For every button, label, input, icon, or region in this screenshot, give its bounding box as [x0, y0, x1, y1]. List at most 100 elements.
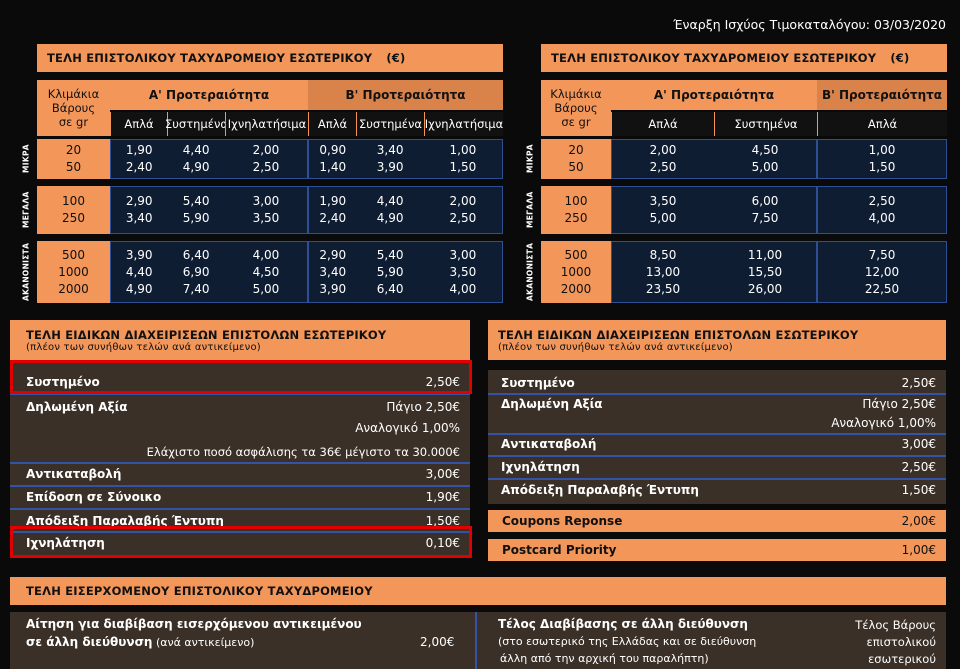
value-text: 3,50: [252, 211, 280, 225]
value-text: 4,90: [182, 160, 210, 174]
section-subtitle: (πλέον των συνήθων τελών ανά αντικείμενο…: [26, 341, 261, 353]
value-text: 250: [564, 211, 588, 225]
subheader: Συστημένα: [165, 112, 228, 136]
value-text: 3,90: [125, 247, 153, 262]
divider: [488, 478, 946, 480]
value-text: 3,40: [376, 143, 404, 157]
personal-delivery-row: Επίδοση σε Σύνοικο 1,90€: [10, 488, 470, 506]
value-text: 7,50: [751, 211, 779, 225]
weight-cell: 20 50: [541, 139, 611, 179]
value-text: σε gr: [561, 115, 591, 129]
weight-cell: 100 250: [541, 186, 611, 234]
group-label-small: ΜΙΚΡΑ: [525, 144, 535, 174]
highlight-box-registered: [10, 360, 472, 394]
value-text: 13,00: [645, 264, 681, 279]
incoming-left-price: 2,00€: [420, 635, 455, 649]
value-text: 2,90: [125, 194, 153, 208]
priority-a-header: Α' Προτεραιότητα: [110, 80, 308, 110]
value-text: 3,40: [319, 264, 347, 279]
priority-a-values: 1,90 2,40 4,40 4,90 2,00 2,50: [110, 139, 308, 179]
value-text: Απόδειξη Παραλαβής Έντυπη: [501, 483, 699, 497]
subheader: Απλά: [611, 112, 714, 136]
value-text: 11,00: [747, 247, 783, 262]
group-label-large: ΜΕΓΑΛΑ: [21, 191, 31, 229]
value-text: 2,00€: [901, 514, 936, 528]
value-text: 2000: [58, 281, 89, 296]
value-text: 4,50: [252, 264, 280, 279]
right-special-header: ΤΕΛΗ ΕΙΔΙΚΩΝ ΔΙΑΧΕΙΡΙΣΕΩΝ ΕΠΙΣΤΟΛΩΝ ΕΣΩΤ…: [488, 320, 946, 360]
value-text: σε άλλη διεύθυνση: [26, 635, 153, 649]
value-text: 20: [65, 143, 82, 157]
value-text: 7,40: [182, 281, 210, 296]
subheader: Απλά: [817, 112, 947, 136]
priority-a-values: 2,00 2,50 4,50 5,00: [611, 139, 817, 179]
value-text: Αντικαταβολή: [501, 437, 597, 451]
value-text: 2,50: [649, 160, 677, 174]
cod-row: Αντικαταβολή 3,00€: [488, 435, 946, 453]
value-text: Postcard Priority: [502, 543, 617, 557]
value-text: 5,00: [649, 211, 677, 225]
value-text: 3,50: [449, 264, 477, 279]
title-text: ΤΕΛΗ ΕΠΙΣΤΟΛΙΚΟΥ ΤΑΧΥΔΡΟΜΕΙΟΥ ΕΣΩΤΕΡΙΚΟΥ: [551, 51, 877, 65]
value-text: 3,90: [319, 281, 347, 296]
value-text: 0,90: [319, 143, 347, 157]
value-text: 2,00: [252, 143, 280, 157]
divider: [488, 455, 946, 457]
value-text: 4,90: [125, 281, 153, 296]
declared-row: Δηλωμένη Αξία Πάγιο 2,50€: [488, 395, 946, 413]
value-text: επιστολικού: [866, 635, 936, 649]
value-text: 3,00: [252, 194, 280, 208]
value-text: 50: [568, 160, 584, 174]
postcard-row: Postcard Priority 1,00€: [488, 539, 946, 561]
value-text: 2000: [560, 281, 592, 296]
subheader: Συστημένα: [714, 112, 817, 136]
value-text: (ανά αντικείμενο): [152, 636, 255, 649]
weight-cell: 500 1000 2000: [37, 241, 110, 303]
priority-b-values: 2,50 4,00: [817, 186, 947, 234]
value-text: 3,00: [449, 247, 477, 262]
registered-row: Συστημένο 2,50€: [488, 373, 946, 393]
value-text: 2,50€: [901, 460, 936, 474]
value-text: 5,90: [182, 211, 210, 225]
value-text: σε gr: [58, 115, 89, 129]
incoming-right-line3: άλλη από την αρχική του παραλήπτη): [500, 652, 709, 665]
value-text: 2,00: [449, 194, 477, 208]
value-text: 2,50: [868, 194, 896, 208]
receipt-row: Απόδειξη Παραλαβής Έντυπη 1,50€: [488, 481, 946, 499]
value-text: 1,00: [449, 143, 477, 157]
value-text: 5,40: [182, 194, 210, 208]
value-text: Επίδοση σε Σύνοικο: [26, 490, 162, 504]
subheader: Ιχνηλατήσιμα: [225, 112, 308, 136]
value-text: 2,00: [649, 143, 677, 157]
value-text: 3,90: [376, 160, 404, 174]
value-text: 4,90: [376, 211, 404, 225]
value-text: 1,50€: [901, 483, 936, 497]
value-text: 12,00: [864, 264, 900, 279]
value-text: 8,50: [649, 247, 677, 262]
priority-b-values: 1,90 2,40 4,40 4,90 2,00 2,50: [308, 186, 503, 234]
priority-b-header: Β' Προτεραιότητα: [817, 80, 947, 110]
value-text: Δηλωμένη Αξία: [26, 400, 128, 414]
value-text: Δηλωμένη Αξία: [501, 397, 603, 411]
value-text: 6,00: [751, 194, 779, 208]
priority-a-values: 3,90 4,40 4,90 6,40 6,90 7,40 4,00 4,50 5,00: [110, 241, 308, 303]
priority-b-values: 1,00 1,50: [817, 139, 947, 179]
declared-note: Ελάχιστο ποσό ασφάλισης τα 36€ μέγιστο τ…: [10, 443, 470, 461]
incoming-right-line2: (στο εσωτερικό της Ελλάδας και σε διεύθυ…: [498, 635, 757, 648]
value-text: 100: [564, 194, 588, 208]
priority-b-values: 0,90 1,40 3,40 3,90 1,00 1,50: [308, 139, 503, 179]
weight-cell: 100 250: [37, 186, 110, 234]
value-text: 1,50: [868, 160, 896, 174]
subheader: Συστημένα: [356, 112, 424, 136]
value-text: Κλιμάκια: [47, 87, 100, 101]
value-text: 3,00€: [425, 467, 460, 481]
value-text: 22,50: [864, 281, 900, 296]
value-text: 2,90: [319, 247, 347, 262]
priority-a-header: Α' Προτεραιότητα: [611, 80, 817, 110]
value-text: 2,50: [252, 160, 280, 174]
tracking-row: Ιχνηλάτηση 2,50€: [488, 458, 946, 476]
priority-b-values: 2,90 3,40 3,90 5,40 5,90 6,40 3,00 3,50 4,00: [308, 241, 503, 303]
incoming-right-note: Τέλος Βάρους επιστολικού εσωτερικού: [855, 617, 936, 668]
effective-date: Έναρξη Ισχύος Τιμοκαταλόγου: 03/03/2020: [673, 17, 946, 32]
highlight-box-tracking: [10, 526, 472, 558]
